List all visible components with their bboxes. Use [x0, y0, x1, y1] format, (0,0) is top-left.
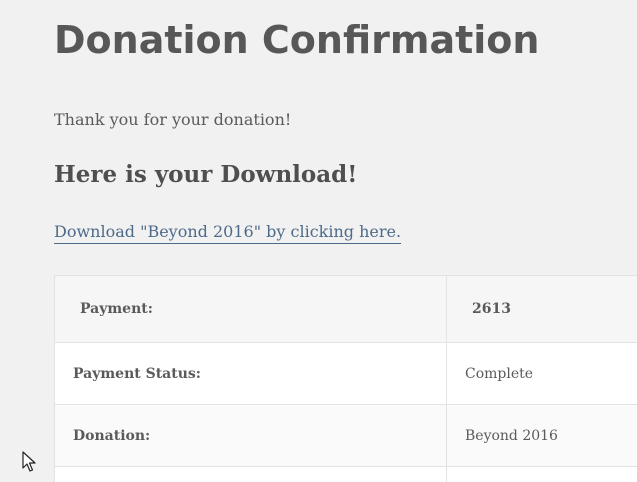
- thank-you-message: Thank you for your donation!: [54, 110, 292, 129]
- mouse-cursor-icon: [22, 451, 36, 472]
- table-cell: [446, 466, 637, 482]
- table-row: Payment Status: Complete: [54, 342, 637, 405]
- table-row: [54, 466, 637, 482]
- table-row: Donation: Beyond 2016: [54, 404, 637, 467]
- payment-status-label: Payment Status:: [54, 342, 447, 405]
- table-cell: [54, 466, 447, 482]
- payment-receipt-table: Payment: 2613 Payment Status: Complete D…: [54, 275, 637, 482]
- donation-label: Donation:: [54, 404, 447, 467]
- page-title: Donation Confirmation: [54, 18, 540, 62]
- payment-status-value: Complete: [446, 342, 637, 405]
- payment-label: Payment:: [54, 275, 447, 343]
- table-header-row: Payment: 2613: [54, 275, 637, 343]
- download-link[interactable]: Download "Beyond 2016" by clicking here.: [54, 221, 402, 244]
- donation-value: Beyond 2016: [446, 404, 637, 467]
- download-heading: Here is your Download!: [54, 161, 358, 188]
- payment-number: 2613: [446, 275, 637, 343]
